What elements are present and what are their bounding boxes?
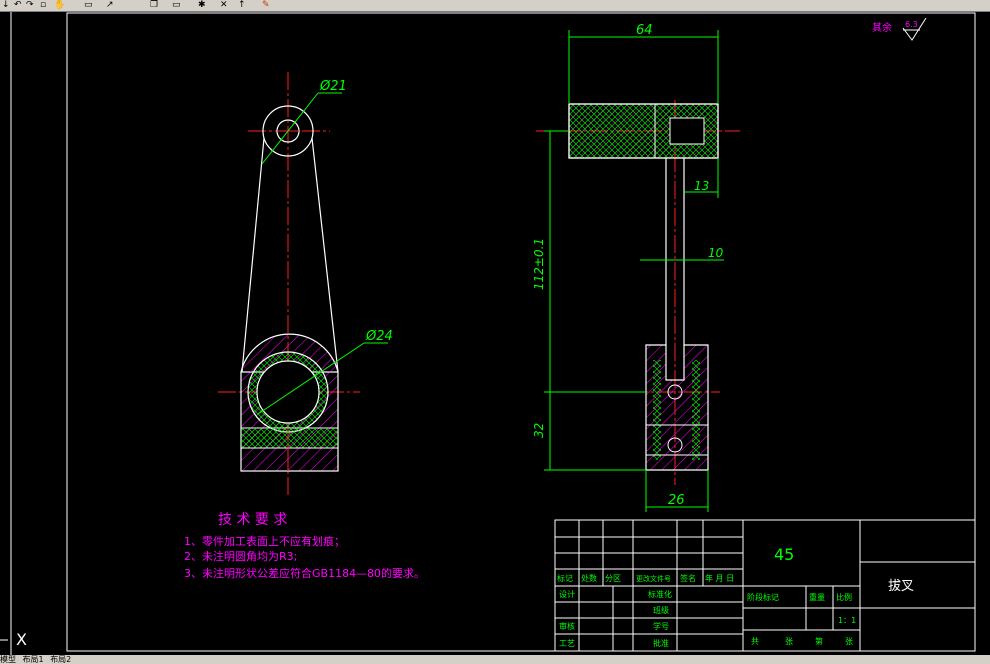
sheet-index-label: 第	[815, 636, 823, 646]
surface-finish-value: 6.3	[905, 20, 918, 29]
tech-req-item-3: 3、未注明形状公差应符合GB1184—80的要求。	[184, 566, 425, 580]
tab-layout1[interactable]: 布局1	[23, 655, 44, 664]
cursor-icon[interactable]: ▫	[40, 0, 46, 10]
pointer-icon[interactable]: ↑	[238, 0, 246, 10]
mid-label-class: 班级	[653, 605, 669, 615]
tech-req-item-1: 1、零件加工表面上不应有划痕；	[184, 534, 345, 548]
row-label-mark: 标记	[557, 573, 573, 583]
tech-req-title: 技 术 要 求	[218, 512, 287, 528]
sheet-unit-label-2: 张	[845, 637, 853, 646]
sheet-total-label: 共	[751, 637, 759, 646]
mid-label-approve: 批准	[653, 638, 669, 648]
technical-requirements: 技 术 要 求 1、零件加工表面上不应有划痕； 2、未注明圆角均为R3; 3、未…	[184, 512, 425, 580]
dim-height-32: 32	[532, 423, 546, 438]
right-label-weight: 重量	[809, 592, 825, 602]
left-label-process: 工艺	[559, 639, 575, 648]
tab-model[interactable]: 模型	[0, 655, 16, 664]
right-label-scale: 比例	[836, 592, 852, 602]
row-label-change: 更改文件号	[636, 574, 671, 583]
drawing-canvas[interactable]: X Ø21 Ø24 64 13 10 112±0.1 32 26 其余 6.3 …	[0, 12, 990, 655]
pointer-icon[interactable]: ↗	[106, 0, 114, 10]
copy-icon[interactable]: ❐	[150, 0, 158, 10]
window-icon[interactable]: ▭	[84, 0, 93, 10]
mid-label-id: 学号	[653, 621, 669, 631]
dim-height-112: 112±0.1	[532, 238, 546, 290]
close-icon[interactable]: ✕	[220, 0, 228, 10]
left-label-design: 设计	[559, 589, 575, 599]
star-icon[interactable]: ✱	[198, 0, 206, 10]
scale-value: 1：1	[838, 616, 856, 625]
row-label-date: 年 月 日	[705, 573, 734, 583]
front-view: Ø21 Ø24	[218, 72, 393, 497]
pan-icon[interactable]: ✋	[54, 0, 65, 10]
side-view: 64 13 10 112±0.1 32 26	[532, 23, 740, 512]
dim-10: 10	[708, 246, 724, 260]
left-label-review: 审核	[559, 621, 575, 631]
part-name: 拔叉	[888, 579, 914, 594]
row-label-count: 处数	[581, 573, 597, 583]
tech-req-item-2: 2、未注明圆角均为R3;	[184, 549, 297, 563]
dim-top-diameter: Ø21	[319, 79, 347, 94]
dim-width-64: 64	[636, 23, 653, 38]
surface-finish-symbol: 其余 6.3	[872, 17, 927, 41]
mid-label-standard: 标准化	[648, 589, 672, 599]
arrow-icon[interactable]: ↓	[2, 0, 10, 10]
row-label-sign: 签名	[680, 573, 696, 583]
redo-icon[interactable]: ↷	[26, 0, 34, 10]
row-label-zone: 分区	[605, 574, 621, 583]
undo-icon[interactable]: ↶	[14, 0, 22, 10]
statusbar: 模型 布局1 布局2	[0, 655, 990, 664]
sheet-unit-label: 张	[785, 637, 793, 646]
tab-layout2[interactable]: 布局2	[50, 655, 71, 664]
paint-icon[interactable]: ✎	[262, 0, 270, 10]
surface-finish-label: 其余	[872, 21, 892, 34]
window-icon[interactable]: ▭	[172, 0, 181, 10]
dim-13: 13	[694, 179, 709, 193]
dim-width-26: 26	[668, 493, 685, 508]
material-value: 45	[774, 545, 794, 564]
toolbar: ↓ ↶ ↷ ▫ ✋ ▭ ↗ ❐ ▭ ✱ ✕ ↑ ✎	[0, 0, 990, 12]
right-label-stage: 阶段标记	[747, 592, 779, 602]
ucs-x-icon: X	[16, 630, 27, 649]
dim-bottom-diameter: Ø24	[365, 329, 393, 344]
